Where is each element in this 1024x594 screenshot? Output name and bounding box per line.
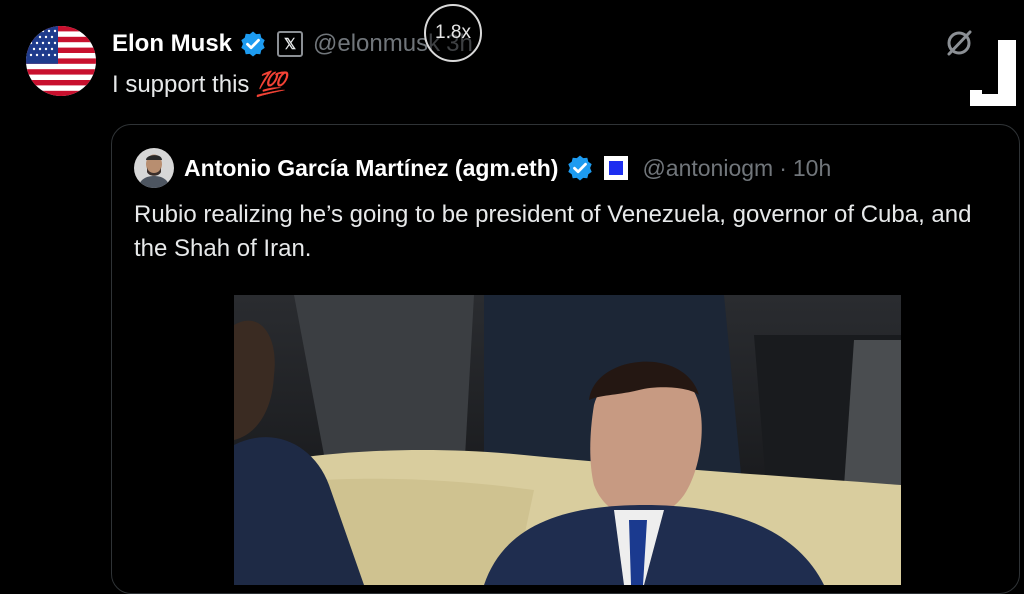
verified-badge-icon — [239, 30, 267, 58]
quoted-avatar[interactable] — [134, 148, 174, 188]
post-text-body: I support this — [112, 71, 250, 98]
quoted-header: Antonio García Martínez (agm.eth) @anton… — [184, 152, 831, 184]
author-name[interactable]: Elon Musk — [112, 30, 232, 58]
quoted-verified-badge-icon — [566, 154, 594, 182]
us-flag-avatar[interactable] — [26, 26, 96, 96]
square-flag-icon — [604, 156, 629, 180]
corner-bracket-icon[interactable] — [968, 40, 1020, 106]
post-text: I support this 💯 — [112, 70, 286, 99]
hundred-points-emoji: 💯 — [256, 71, 286, 98]
quoted-separator: · — [779, 154, 787, 181]
quoted-video[interactable] — [234, 295, 901, 585]
author-handle[interactable]: @elonmusk — [313, 30, 440, 58]
x-logo-icon: 𝕏 — [277, 31, 304, 57]
quoted-time[interactable]: 10h — [793, 155, 831, 182]
quoted-handle[interactable]: @antoniogm — [642, 155, 773, 182]
post-header: Elon Musk 𝕏 @elonmusk 3h — [112, 28, 473, 60]
playback-speed-indicator[interactable]: 1.8x — [424, 4, 482, 62]
quoted-text: Rubio realizing he’s going to be preside… — [134, 201, 972, 262]
quoted-author-name[interactable]: Antonio García Martínez (agm.eth) — [184, 155, 558, 182]
